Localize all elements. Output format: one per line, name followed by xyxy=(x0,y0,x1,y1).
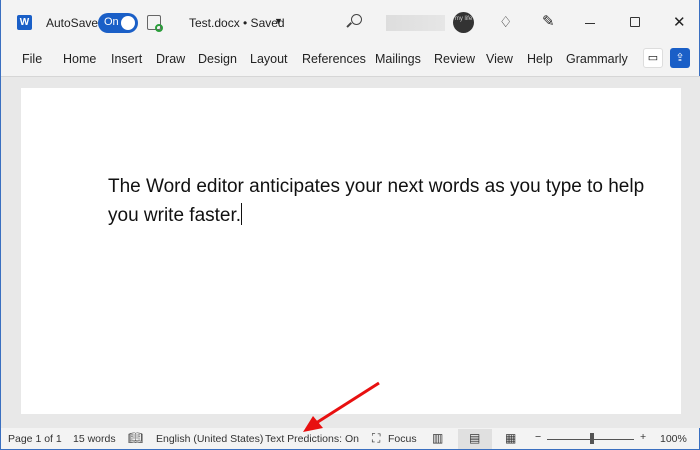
share-button[interactable]: ⇪ xyxy=(670,48,690,68)
tab-grammarly[interactable]: Grammarly xyxy=(566,52,628,66)
tab-review[interactable]: Review xyxy=(434,52,475,66)
tab-references[interactable]: References xyxy=(302,52,366,66)
tab-view[interactable]: View xyxy=(486,52,513,66)
maximize-icon[interactable] xyxy=(630,17,640,27)
autosave-toggle[interactable]: On xyxy=(98,13,138,33)
print-layout-button[interactable]: ▤ xyxy=(458,429,492,449)
focus-icon[interactable]: ⛶ xyxy=(372,431,380,446)
autosave-state: On xyxy=(104,16,119,28)
tab-home[interactable]: Home xyxy=(63,52,96,66)
avatar-text: my life xyxy=(454,16,473,22)
document-body[interactable]: The Word editor anticipates your next wo… xyxy=(108,172,668,230)
zoom-out-button[interactable]: − xyxy=(535,431,541,443)
document-title[interactable]: Test.docx • Saved xyxy=(189,16,285,30)
language[interactable]: English (United States) xyxy=(156,433,263,445)
autosave-label: AutoSave xyxy=(46,16,99,30)
comments-button[interactable]: ▭ xyxy=(643,48,663,68)
pen-icon[interactable]: ✎ xyxy=(542,12,555,30)
tab-layout[interactable]: Layout xyxy=(250,52,288,66)
text-predictions-status[interactable]: Text Predictions: On xyxy=(265,433,359,445)
page-count[interactable]: Page 1 of 1 xyxy=(8,433,62,445)
print-layout-icon: ▤ xyxy=(469,431,481,445)
save-icon[interactable] xyxy=(147,15,163,32)
search-icon[interactable] xyxy=(351,14,362,25)
document-text: The Word editor anticipates your next wo… xyxy=(108,176,645,226)
tab-insert[interactable]: Insert xyxy=(111,52,142,66)
zoom-slider-thumb[interactable] xyxy=(590,433,594,444)
diamond-icon[interactable]: ♢ xyxy=(499,13,512,31)
tab-draw[interactable]: Draw xyxy=(156,52,185,66)
read-mode-icon[interactable]: ▥ xyxy=(432,431,443,445)
tab-file[interactable]: File xyxy=(22,52,42,66)
search-icon-handle xyxy=(346,22,352,28)
text-cursor xyxy=(241,203,243,225)
focus-button[interactable]: Focus xyxy=(388,433,417,445)
proofing-book-icon[interactable]: 📖︎ xyxy=(128,431,143,445)
zoom-level[interactable]: 100% xyxy=(660,433,687,445)
document-page[interactable] xyxy=(21,88,681,414)
tab-mailings[interactable]: Mailings xyxy=(375,52,421,66)
minimize-icon[interactable] xyxy=(585,23,595,24)
word-count[interactable]: 15 words xyxy=(73,433,116,445)
title-bar: W AutoSave On Test.docx • Saved ▼ my lif… xyxy=(1,0,700,44)
avatar[interactable]: my life xyxy=(453,12,474,33)
tab-help[interactable]: Help xyxy=(527,52,553,66)
title-dropdown-icon[interactable]: ▼ xyxy=(274,16,283,26)
web-layout-icon[interactable]: ▦ xyxy=(505,431,516,445)
zoom-in-button[interactable]: + xyxy=(640,431,646,443)
close-icon[interactable]: ✕ xyxy=(673,13,686,31)
word-logo-icon: W xyxy=(17,15,32,30)
status-bar: Page 1 of 1 15 words 📖︎ English (United … xyxy=(1,428,700,450)
tab-design[interactable]: Design xyxy=(198,52,237,66)
account-name-blurred xyxy=(386,15,445,31)
